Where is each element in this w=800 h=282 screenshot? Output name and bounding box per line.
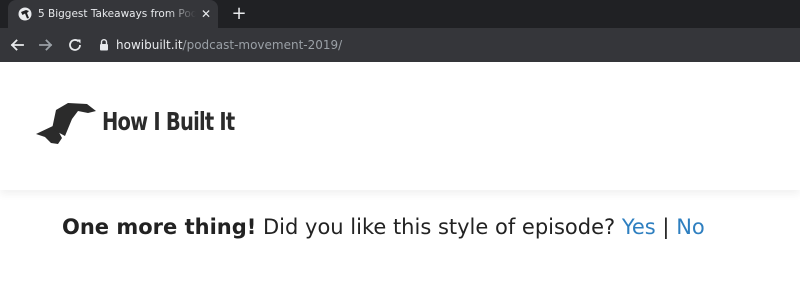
arrow-left-icon[interactable] (7, 35, 27, 55)
lock-icon (100, 39, 108, 51)
site-logo-text[interactable]: How I Built It (102, 106, 235, 138)
arrow-right-icon[interactable] (36, 35, 56, 55)
hammer-icon[interactable] (32, 98, 98, 148)
url-text[interactable]: howibuilt.it/podcast-movement-2019/ (116, 37, 342, 53)
tab-close-icon[interactable]: ✕ (198, 6, 214, 22)
feedback-prompt: One more thing! Did you like this style … (62, 212, 705, 242)
browser-tab[interactable]: 5 Biggest Takeaways from Podcast Movemen… (8, 0, 218, 28)
no-link[interactable]: No (676, 215, 705, 239)
site-header: How I Built It (0, 62, 800, 190)
tab-strip: 5 Biggest Takeaways from Podcast Movemen… (0, 0, 800, 28)
prompt-lead: One more thing! (62, 215, 257, 239)
yes-link[interactable]: Yes (622, 215, 656, 239)
prompt-question: Did you like this style of episode? (256, 215, 622, 239)
new-tab-button[interactable]: + (229, 4, 249, 24)
hammer-favicon-icon (18, 7, 32, 21)
tab-title: 5 Biggest Takeaways from Podcast Movemen… (38, 8, 196, 20)
reload-icon[interactable] (65, 35, 85, 55)
browser-toolbar: howibuilt.it/podcast-movement-2019/ (0, 28, 800, 62)
url-path: /podcast-movement-2019/ (182, 38, 343, 52)
url-host: howibuilt.it (116, 38, 183, 52)
address-bar[interactable]: howibuilt.it/podcast-movement-2019/ (92, 31, 800, 59)
link-separator: | (655, 215, 677, 239)
